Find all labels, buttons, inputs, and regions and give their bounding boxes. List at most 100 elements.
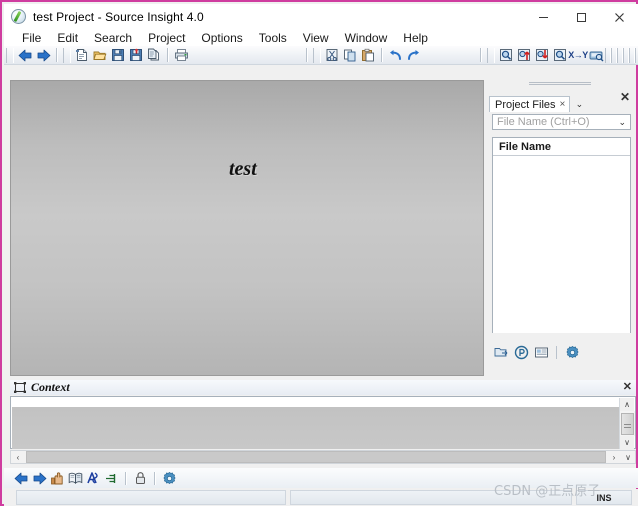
relation-window-icon[interactable]: [84, 469, 102, 487]
browse-project-symbols-icon[interactable]: [66, 469, 84, 487]
search-files-icon[interactable]: [587, 47, 605, 64]
scroll-thumb[interactable]: [26, 451, 606, 463]
main-toolbar: X→Y: [4, 46, 638, 65]
scroll-track[interactable]: [619, 411, 635, 436]
scroll-up-icon[interactable]: ∧: [620, 398, 635, 411]
context-panel-close-icon[interactable]: ✕: [623, 382, 632, 393]
context-panel-content: [12, 407, 619, 449]
status-insert-mode: INS: [576, 490, 632, 505]
toolbar-grip[interactable]: [63, 47, 71, 63]
maximize-button[interactable]: [562, 4, 600, 30]
back-icon[interactable]: [16, 47, 34, 64]
save-icon[interactable]: [109, 47, 127, 64]
open-file-icon[interactable]: [91, 47, 109, 64]
file-name-combo[interactable]: File Name (Ctrl+O) ⌄: [492, 114, 631, 130]
scroll-right-icon[interactable]: ›: [607, 451, 621, 463]
editor-document-text: test: [229, 158, 257, 180]
replace-icon[interactable]: X→Y: [568, 47, 588, 64]
panel-tab-row: Project Files × ⌄: [489, 96, 636, 112]
toolbar-separator: [480, 48, 481, 62]
back-icon[interactable]: [12, 469, 30, 487]
context-panel: Context ✕ ∧ ∨ ‹ › ∨: [10, 380, 636, 464]
menu-item-options[interactable]: Options: [193, 30, 250, 46]
chevron-down-icon[interactable]: ⌄: [570, 97, 588, 112]
tab-close-icon[interactable]: ×: [560, 99, 566, 110]
column-header-label: File Name: [499, 140, 551, 153]
project-report-icon[interactable]: [532, 343, 550, 361]
toolbar-grip[interactable]: [6, 47, 14, 63]
context-panel-title: Context: [31, 380, 70, 394]
file-name-placeholder: File Name (Ctrl+O): [497, 116, 590, 128]
project-files-footer-toolbar: [492, 342, 631, 362]
menu-item-tools[interactable]: Tools: [251, 30, 295, 46]
toolbar-separator: [167, 48, 168, 62]
context-options-gear-icon[interactable]: [160, 469, 178, 487]
lookup-reference-icon[interactable]: [551, 47, 569, 64]
toolbar-separator: [56, 48, 57, 62]
menu-item-project[interactable]: Project: [140, 30, 193, 46]
status-position-cell: [290, 490, 572, 505]
smart-rename-icon[interactable]: [102, 469, 120, 487]
scroll-down-icon[interactable]: ∨: [620, 436, 635, 449]
editor-pane[interactable]: test: [10, 80, 484, 376]
minimize-button[interactable]: [524, 4, 562, 30]
lock-icon[interactable]: [131, 469, 149, 487]
print-icon[interactable]: [172, 47, 190, 64]
save-all-icon[interactable]: [127, 47, 145, 64]
project-properties-icon[interactable]: [512, 343, 530, 361]
window-controls: [524, 4, 638, 30]
menu-item-window[interactable]: Window: [337, 30, 396, 46]
title-bar: test Project - Source Insight 4.0: [4, 4, 638, 30]
replace-label: X→Y: [568, 50, 588, 60]
paste-icon[interactable]: [359, 47, 377, 64]
toolbar-grip[interactable]: [487, 47, 495, 63]
menu-item-file[interactable]: File: [14, 30, 49, 46]
forward-icon[interactable]: [34, 47, 52, 64]
toolbar-overflow-grips: [605, 47, 638, 63]
jump-to-definition-icon[interactable]: [48, 469, 66, 487]
context-window-icon: [14, 382, 26, 393]
undo-icon[interactable]: [386, 47, 404, 64]
new-file-icon[interactable]: [73, 47, 91, 64]
toolbar-separator: [556, 345, 557, 359]
context-toolbar: [4, 468, 638, 488]
menu-item-help[interactable]: Help: [395, 30, 436, 46]
tab-label: Project Files: [495, 98, 556, 111]
toolbar-separator: [154, 471, 155, 485]
cut-icon[interactable]: [323, 47, 341, 64]
redo-icon[interactable]: [404, 47, 422, 64]
project-files-list-body[interactable]: [493, 156, 630, 333]
search-icon[interactable]: [497, 47, 515, 64]
toolbar-separator: [306, 48, 307, 62]
menu-item-view[interactable]: View: [295, 30, 337, 46]
project-files-panel: ✕ Project Files × ⌄ File Name (Ctrl+O) ⌄…: [489, 80, 636, 376]
list-column-header-file-name[interactable]: File Name: [493, 138, 630, 156]
close-button[interactable]: [600, 4, 638, 30]
search-forward-icon[interactable]: [533, 47, 551, 64]
status-bar: INS: [4, 489, 638, 506]
project-settings-gear-icon[interactable]: [563, 343, 581, 361]
menu-item-search[interactable]: Search: [86, 30, 140, 46]
toolbar-grip[interactable]: [313, 47, 321, 63]
context-horizontal-scrollbar[interactable]: ‹ › ∨: [10, 450, 636, 464]
context-panel-body[interactable]: ∧ ∨: [10, 396, 636, 449]
toolbar-separator: [125, 471, 126, 485]
scroll-thumb[interactable]: [620, 413, 634, 435]
chevron-down-icon[interactable]: ⌄: [618, 117, 626, 128]
copy-icon[interactable]: [341, 47, 359, 64]
menu-bar: File Edit Search Project Options Tools V…: [4, 30, 638, 46]
scroll-left-icon[interactable]: ‹: [11, 451, 25, 463]
menu-item-edit[interactable]: Edit: [49, 30, 86, 46]
source-insight-icon: [11, 9, 27, 25]
forward-icon[interactable]: [30, 469, 48, 487]
project-files-list[interactable]: File Name: [492, 137, 631, 333]
open-project-icon[interactable]: [492, 343, 510, 361]
scroll-extra-icon[interactable]: ∨: [621, 451, 635, 463]
application-window: test Project - Source Insight 4.0 File E…: [0, 0, 638, 506]
close-file-icon[interactable]: [145, 47, 163, 64]
search-backward-icon[interactable]: [515, 47, 533, 64]
panel-drag-handle[interactable]: [529, 81, 591, 88]
tab-project-files[interactable]: Project Files ×: [489, 96, 571, 112]
context-vertical-scrollbar[interactable]: ∧ ∨: [619, 398, 635, 449]
context-panel-titlebar: Context ✕: [10, 380, 636, 395]
